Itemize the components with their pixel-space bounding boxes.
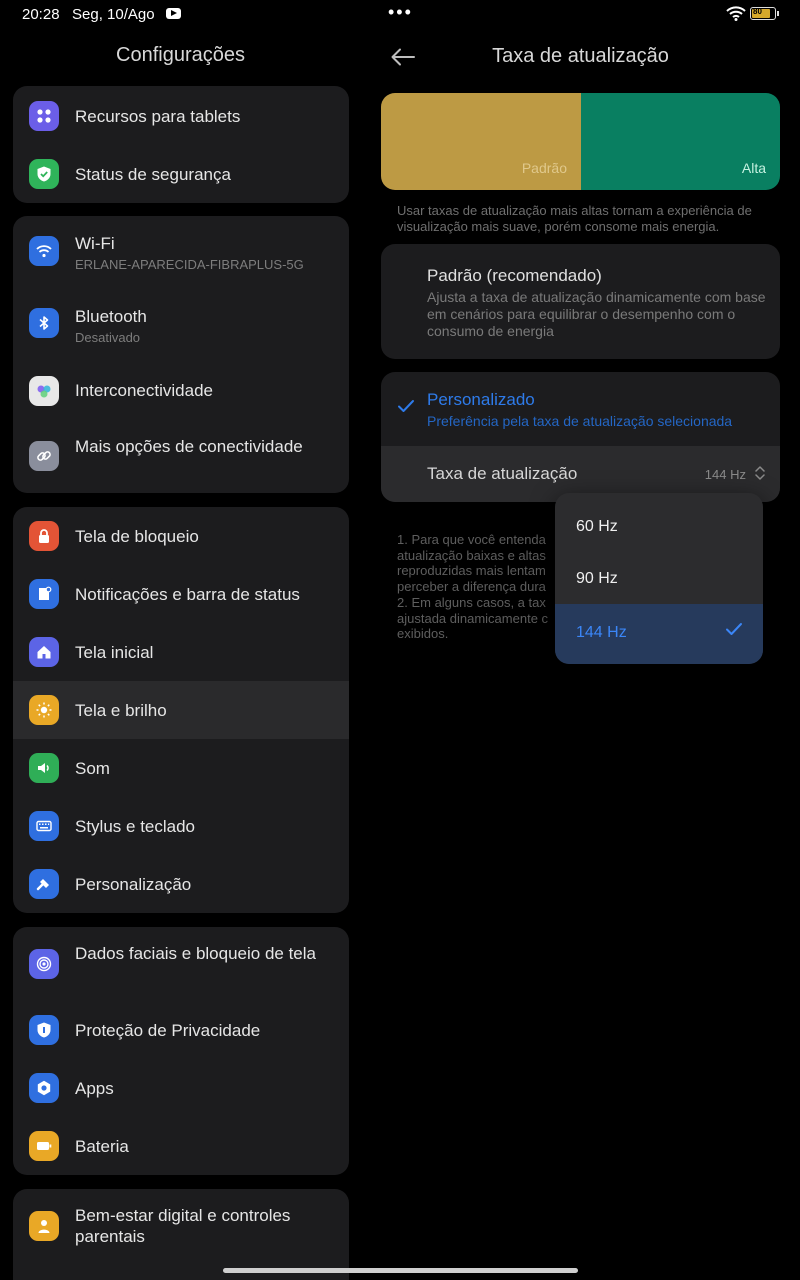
more-connectivity-icon xyxy=(29,441,59,471)
refresh-rate-dropdown: 60 Hz 90 Hz 144 Hz xyxy=(555,493,763,664)
settings-item-label: Tela inicial xyxy=(75,643,154,662)
settings-item-label: Wi-Fi xyxy=(75,234,115,253)
settings-group-5: Bem-estar digital e controles parentais xyxy=(13,1189,349,1280)
settings-item-label: Tela e brilho xyxy=(75,701,167,720)
settings-item-digital-wellbeing[interactable]: Bem-estar digital e controles parentais xyxy=(13,1189,349,1263)
refresh-rate-preview: Padrão Alta xyxy=(381,93,780,190)
settings-item-apps[interactable]: Apps xyxy=(13,1059,349,1117)
settings-item-label: Stylus e teclado xyxy=(75,817,196,836)
security-shield-icon xyxy=(29,159,59,189)
status-bar: 20:28 Seg, 10/Ago ••• 80 xyxy=(0,0,800,30)
option-default-description: Ajusta a taxa de atualização dinamicamen… xyxy=(427,289,766,339)
settings-item-display-brightness[interactable]: Tela e brilho xyxy=(13,681,349,739)
settings-item-personalization[interactable]: Personalização xyxy=(13,855,349,913)
battery-icon xyxy=(29,1131,59,1161)
multitask-dots-icon[interactable]: ••• xyxy=(388,2,413,23)
settings-item-label: Personalização xyxy=(75,875,192,894)
refresh-rate-description: Usar taxas de atualização mais altas tor… xyxy=(397,203,752,234)
settings-item-home-screen[interactable]: Tela inicial xyxy=(13,623,349,681)
settings-item-face-data[interactable]: Dados faciais e bloqueio de tela xyxy=(13,927,349,1001)
settings-item-label: Bateria xyxy=(75,1137,129,1156)
dropdown-option-60hz[interactable]: 60 Hz xyxy=(555,501,763,553)
preview-high-panel: Alta xyxy=(581,93,780,190)
settings-item-label: Mais opções de conectividade xyxy=(75,437,303,456)
wifi-icon xyxy=(29,236,59,266)
settings-item-label: Dados faciais e bloqueio de tela xyxy=(75,944,316,963)
settings-item-wifi[interactable]: Wi-Fi ERLANE-APARECIDA-FIBRAPLUS-5G xyxy=(13,216,349,288)
dropdown-option-90hz[interactable]: 90 Hz xyxy=(555,553,763,605)
settings-group-3: Tela de bloqueio Notificações e barra de… xyxy=(13,507,349,913)
page-title: Taxa de atualização xyxy=(492,45,669,67)
preview-high-label: Alta xyxy=(741,160,766,176)
face-data-icon xyxy=(29,949,59,979)
status-date: Seg, 10/Ago xyxy=(72,6,155,23)
battery-status-icon: 80 xyxy=(750,7,779,20)
settings-item-privacy-protection[interactable]: Proteção de Privacidade xyxy=(13,1001,349,1059)
tablet-features-icon xyxy=(29,101,59,131)
settings-item-sound[interactable]: Som xyxy=(13,739,349,797)
settings-item-bluetooth[interactable]: Bluetooth Desativado xyxy=(13,288,349,360)
settings-item-notifications[interactable]: Notificações e barra de status xyxy=(13,565,349,623)
bluetooth-status: Desativado xyxy=(75,330,141,345)
selected-check-icon xyxy=(398,400,414,412)
refresh-rate-value: 144 Hz xyxy=(704,467,746,482)
status-time: 20:28 xyxy=(22,6,60,23)
home-icon xyxy=(29,637,59,667)
settings-group-2: Wi-Fi ERLANE-APARECIDA-FIBRAPLUS-5G Blue… xyxy=(13,216,349,493)
bluetooth-icon xyxy=(29,308,59,338)
settings-item-label: Status de segurança xyxy=(75,165,231,184)
settings-item-label: Som xyxy=(75,759,110,778)
sound-icon xyxy=(29,753,59,783)
settings-item-label: Recursos para tablets xyxy=(75,107,241,126)
refresh-rate-label: Taxa de atualização xyxy=(427,464,578,483)
preview-standard-panel: Padrão xyxy=(381,93,581,190)
settings-item-label: Notificações e barra de status xyxy=(75,585,300,604)
option-default[interactable]: Padrão (recomendado) Ajusta a taxa de at… xyxy=(381,244,780,359)
up-down-chevron-icon xyxy=(755,466,765,480)
dropdown-option-label: 60 Hz xyxy=(576,518,618,535)
settings-item-label: Proteção de Privacidade xyxy=(75,1021,261,1040)
settings-item-battery[interactable]: Bateria xyxy=(13,1117,349,1175)
brightness-icon xyxy=(29,695,59,725)
option-custom[interactable]: Personalizado Preferência pela taxa de a… xyxy=(381,372,780,502)
settings-item-more-connectivity[interactable]: Mais opções de conectividade xyxy=(13,420,349,493)
settings-group-4: Dados faciais e bloqueio de tela Proteçã… xyxy=(13,927,349,1175)
option-default-title: Padrão (recomendado) xyxy=(427,266,602,285)
keyboard-icon xyxy=(29,811,59,841)
wifi-network-name: ERLANE-APARECIDA-FIBRAPLUS-5G xyxy=(75,257,304,272)
battery-level: 80 xyxy=(753,7,762,16)
interconnectivity-icon xyxy=(29,376,59,406)
privacy-icon xyxy=(29,1015,59,1045)
option-custom-title: Personalizado xyxy=(427,390,535,409)
wifi-status-icon xyxy=(726,6,746,21)
settings-item-label: Interconectividade xyxy=(75,381,213,400)
lock-icon xyxy=(29,521,59,551)
wellbeing-icon xyxy=(29,1211,59,1241)
preview-standard-label: Padrão xyxy=(521,160,567,176)
settings-item-interconnectivity[interactable]: Interconectividade xyxy=(13,360,349,420)
selected-check-icon xyxy=(726,623,742,635)
settings-item-stylus-keyboard[interactable]: Stylus e teclado xyxy=(13,797,349,855)
settings-item-lock-screen[interactable]: Tela de bloqueio xyxy=(13,507,349,565)
settings-item-label: Bem-estar digital e controles parentais xyxy=(75,1206,291,1246)
settings-item-label: Apps xyxy=(75,1079,114,1098)
home-indicator[interactable] xyxy=(223,1268,578,1273)
settings-item-label: Tela de bloqueio xyxy=(75,527,199,546)
apps-gear-icon xyxy=(29,1073,59,1103)
personalization-icon xyxy=(29,869,59,899)
settings-group-1: Recursos para tablets Status de seguranç… xyxy=(13,86,349,203)
settings-item-label: Bluetooth xyxy=(75,307,147,326)
settings-item-security-status[interactable]: Status de segurança xyxy=(13,144,349,203)
settings-title: Configurações xyxy=(116,44,245,66)
settings-item-tablet-features[interactable]: Recursos para tablets xyxy=(13,86,349,144)
option-custom-description: Preferência pela taxa de atualização sel… xyxy=(427,413,733,429)
notifications-icon xyxy=(29,579,59,609)
youtube-notification-icon xyxy=(166,8,181,19)
dropdown-option-label: 90 Hz xyxy=(576,570,618,587)
dropdown-option-144hz[interactable]: 144 Hz xyxy=(555,604,763,664)
dropdown-option-label: 144 Hz xyxy=(576,624,627,641)
